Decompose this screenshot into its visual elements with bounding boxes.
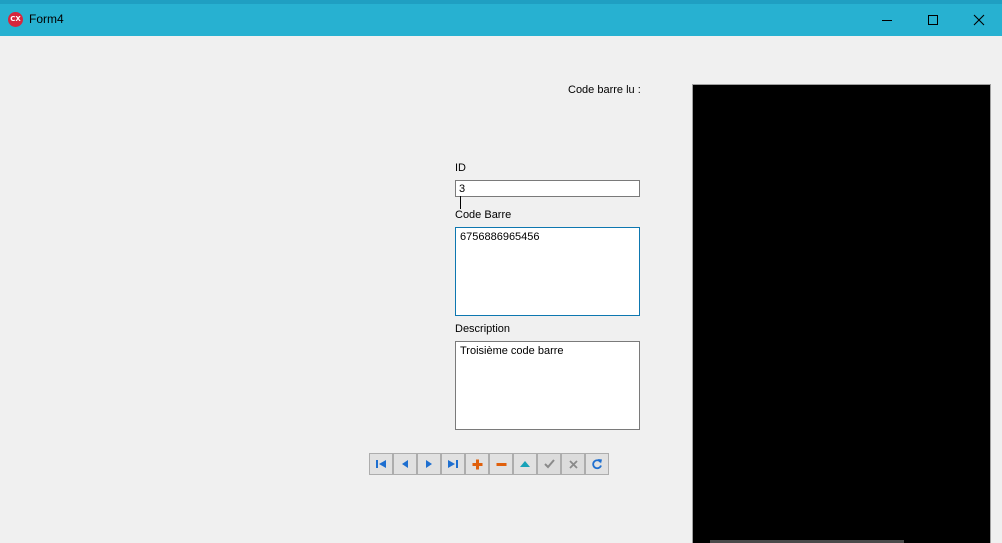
description-label: Description	[455, 323, 511, 335]
refresh-icon	[592, 459, 602, 470]
barcode-memo[interactable]: 6756886965456	[455, 227, 640, 316]
insert-record-button[interactable]	[465, 453, 489, 475]
minimize-icon	[882, 19, 892, 21]
close-button[interactable]	[956, 4, 1002, 36]
db-navigator	[369, 453, 609, 475]
edit-record-button[interactable]	[513, 453, 537, 475]
next-record-icon	[426, 460, 432, 468]
first-record-button[interactable]	[369, 453, 393, 475]
post-record-button[interactable]	[537, 453, 561, 475]
id-field[interactable]	[455, 180, 640, 197]
text-caret	[460, 196, 461, 209]
title-bar[interactable]: CX Form4	[0, 4, 1002, 36]
delete-record-button[interactable]	[489, 453, 513, 475]
check-icon	[543, 459, 555, 469]
window-title: Form4	[29, 12, 64, 26]
app-icon: CX	[8, 12, 23, 27]
last-record-button[interactable]	[441, 453, 465, 475]
first-record-icon	[376, 460, 386, 468]
maximize-icon	[928, 15, 938, 25]
edit-triangle-icon	[520, 461, 530, 467]
prior-record-icon	[402, 460, 408, 468]
cancel-edit-button[interactable]	[561, 453, 585, 475]
barcode-label: Code Barre	[455, 209, 512, 221]
plus-icon	[472, 459, 482, 469]
form-client-area: Code barre lu : ID Code Barre 6756886965…	[0, 36, 1002, 543]
camera-preview	[692, 84, 991, 543]
maximize-button[interactable]	[910, 4, 956, 36]
minimize-button[interactable]	[864, 4, 910, 36]
prior-record-button[interactable]	[393, 453, 417, 475]
refresh-button[interactable]	[585, 453, 609, 475]
last-record-icon	[448, 460, 458, 468]
cancel-x-icon	[568, 459, 578, 469]
description-memo[interactable]: Troisième code barre	[455, 341, 640, 430]
id-label: ID	[455, 162, 466, 174]
minus-icon	[496, 462, 506, 466]
close-icon	[973, 14, 985, 26]
scanned-barcode-label: Code barre lu :	[568, 84, 641, 96]
next-record-button[interactable]	[417, 453, 441, 475]
